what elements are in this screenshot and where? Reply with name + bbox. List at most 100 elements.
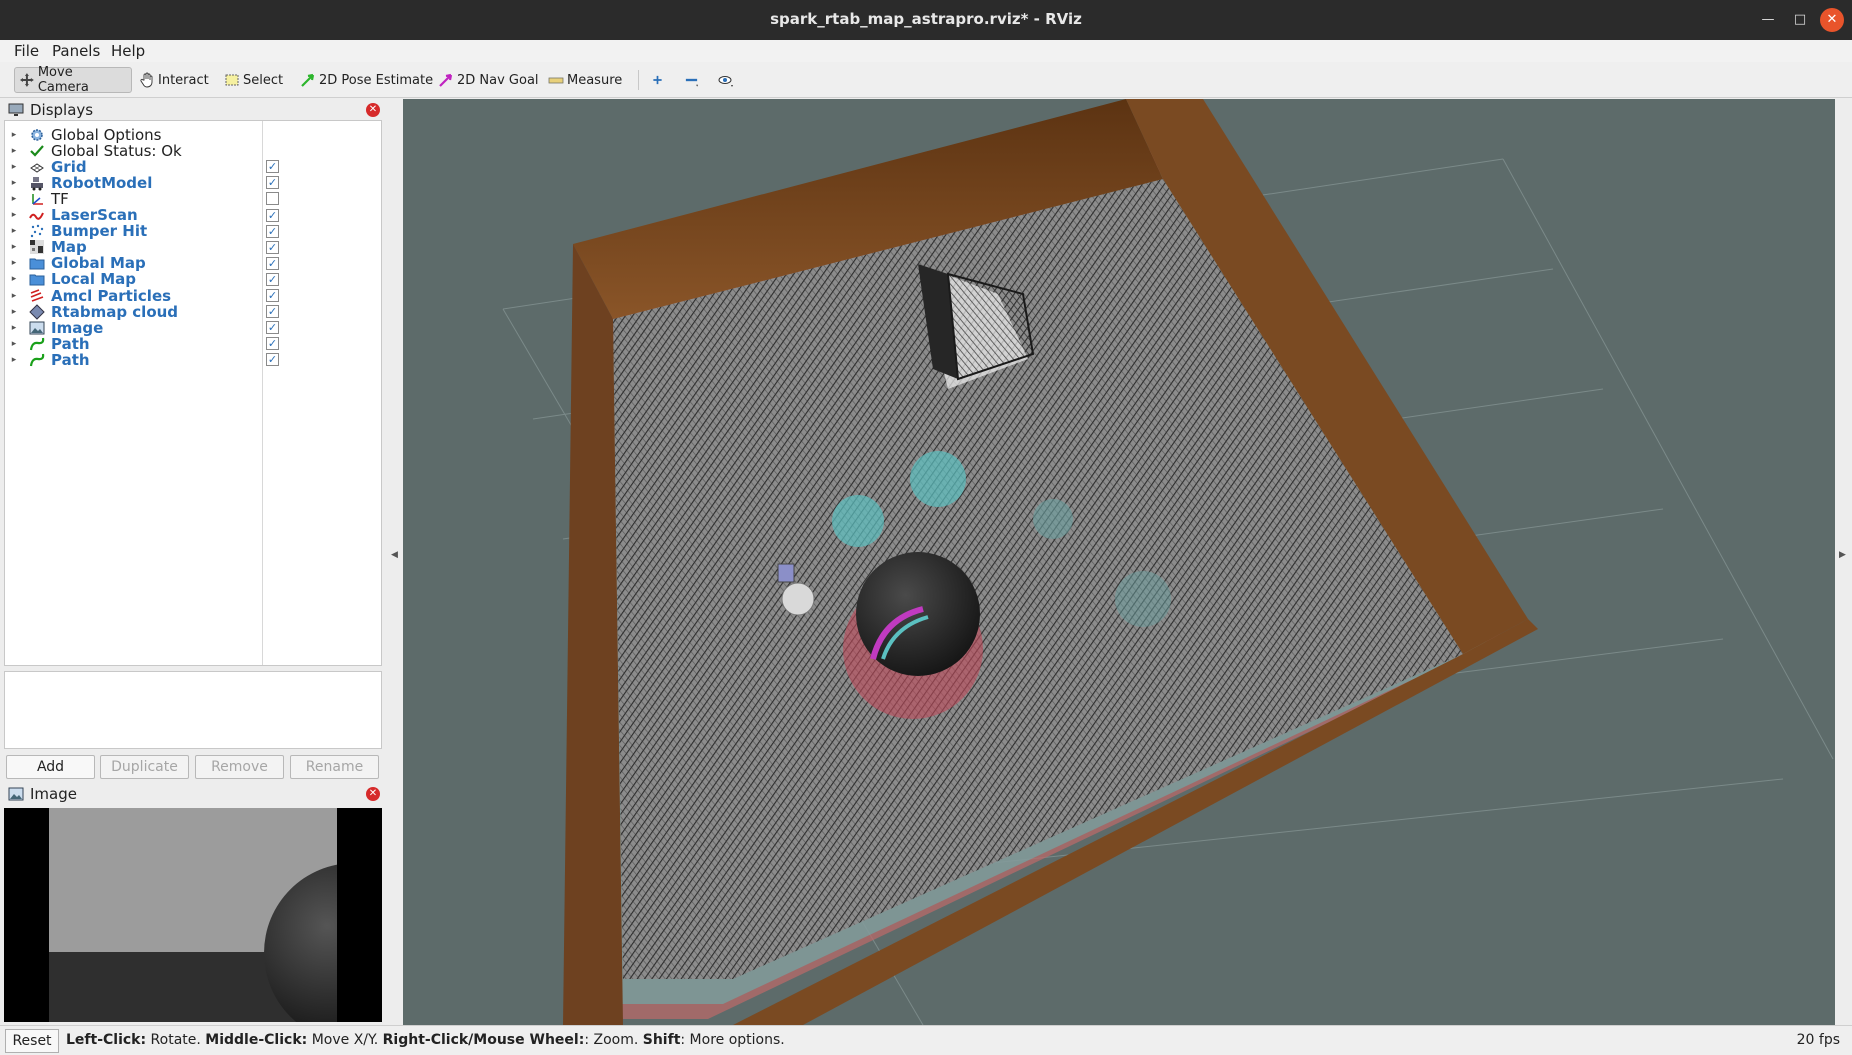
folder-icon bbox=[21, 271, 51, 287]
path-icon bbox=[21, 352, 51, 368]
image-icon bbox=[21, 320, 51, 336]
interact-tool[interactable]: Interact bbox=[135, 67, 213, 93]
display-buttons: Add Duplicate Remove Rename bbox=[4, 755, 382, 781]
image-panel-title: Image bbox=[30, 785, 77, 803]
obstacle-post-2 bbox=[832, 495, 884, 547]
window-title: spark_rtab_map_astrapro.rviz* - RViz bbox=[770, 10, 1082, 28]
fps-counter: 20 fps bbox=[1796, 1032, 1840, 1048]
expand-arrow-icon[interactable]: ▸ bbox=[7, 258, 21, 268]
enable-checkbox[interactable]: ✓ bbox=[266, 272, 279, 286]
display-item-path[interactable]: ▸ Path ✓ bbox=[5, 350, 381, 369]
particles-icon bbox=[21, 288, 51, 304]
camera-image bbox=[4, 808, 382, 1022]
enable-checkbox[interactable]: ✓ bbox=[266, 353, 279, 367]
displays-close-icon[interactable]: ✕ bbox=[366, 103, 380, 117]
menu-panels[interactable]: Panels bbox=[52, 42, 100, 60]
displays-panel-header[interactable]: Displays ✕ bbox=[4, 100, 382, 120]
obstacle-post-4 bbox=[1115, 571, 1171, 627]
duplicate-button[interactable]: Duplicate bbox=[100, 755, 189, 779]
expand-arrow-icon[interactable]: ▸ bbox=[7, 339, 21, 349]
expand-arrow-icon[interactable]: ▸ bbox=[7, 274, 21, 284]
expand-arrow-icon[interactable]: ▸ bbox=[7, 242, 21, 252]
enable-checkbox[interactable]: ✓ bbox=[266, 305, 279, 319]
hint-mid-key: Middle-Click: bbox=[205, 1032, 308, 1048]
map-icon bbox=[21, 239, 51, 255]
expand-arrow-icon[interactable]: ▸ bbox=[7, 130, 21, 140]
reset-button[interactable]: Reset bbox=[5, 1029, 59, 1053]
hint-right-key: Right-Click/Mouse Wheel: bbox=[382, 1032, 585, 1048]
expand-arrow-icon[interactable]: ▸ bbox=[7, 162, 21, 172]
expand-arrow-icon[interactable]: ▸ bbox=[7, 226, 21, 236]
remove-tool-button[interactable] bbox=[680, 67, 706, 93]
right-splitter-handle[interactable]: ▶ bbox=[1839, 550, 1846, 560]
minimize-button[interactable]: — bbox=[1756, 8, 1780, 32]
3d-viewport[interactable] bbox=[403, 99, 1835, 1025]
move-camera-tool[interactable]: Move Camera bbox=[14, 65, 132, 95]
grid-icon bbox=[21, 159, 51, 175]
enable-checkbox[interactable]: ✓ bbox=[266, 256, 279, 270]
enable-checkbox[interactable]: ✓ bbox=[266, 289, 279, 302]
remove-button[interactable]: Remove bbox=[195, 755, 284, 779]
menu-help[interactable]: Help bbox=[111, 42, 145, 60]
expand-arrow-icon[interactable]: ▸ bbox=[7, 210, 21, 220]
enable-checkbox[interactable]: ✓ bbox=[266, 208, 279, 222]
displays-panel-title: Displays bbox=[30, 101, 94, 119]
display-description bbox=[4, 671, 382, 749]
enable-checkbox[interactable]: ✓ bbox=[266, 176, 279, 190]
displays-tree[interactable]: ▸ Global Options ▸ Global Status: Ok ▸ Grid ✓ ▸… bbox=[4, 120, 382, 666]
path-icon bbox=[21, 336, 51, 352]
gear-icon bbox=[21, 127, 51, 143]
pose-estimate-tool[interactable]: 2D Pose Estimate bbox=[296, 67, 437, 93]
enable-checkbox[interactable]: ✓ bbox=[266, 337, 279, 351]
enable-checkbox[interactable]: ✓ bbox=[266, 240, 279, 254]
expand-arrow-icon[interactable]: ▸ bbox=[7, 355, 21, 365]
toolbar-separator bbox=[638, 70, 639, 90]
enable-checkbox[interactable] bbox=[266, 192, 279, 206]
measure-tool[interactable]: Measure bbox=[544, 67, 626, 93]
enable-checkbox[interactable]: ✓ bbox=[266, 224, 279, 238]
measure-label: Measure bbox=[567, 72, 623, 88]
move-camera-icon bbox=[19, 73, 34, 87]
interact-label: Interact bbox=[158, 72, 209, 88]
enable-checkbox[interactable]: ✓ bbox=[266, 160, 279, 174]
add-button[interactable]: Add bbox=[6, 755, 95, 779]
rename-button[interactable]: Rename bbox=[290, 755, 379, 779]
maximize-button[interactable]: □ bbox=[1788, 8, 1812, 32]
title-bar[interactable]: spark_rtab_map_astrapro.rviz* - RViz — □… bbox=[0, 0, 1852, 40]
ruler-icon bbox=[548, 77, 564, 84]
cloud-icon bbox=[21, 303, 51, 320]
hint-shift-val: : More options. bbox=[680, 1032, 785, 1048]
enable-checkbox[interactable]: ✓ bbox=[266, 321, 279, 335]
image-icon bbox=[8, 787, 24, 801]
left-splitter-handle[interactable]: ◀ bbox=[391, 550, 398, 560]
image-close-icon[interactable]: ✕ bbox=[366, 787, 380, 801]
select-tool[interactable]: Select bbox=[220, 67, 287, 93]
display-item-label: Path bbox=[51, 350, 90, 369]
expand-arrow-icon[interactable]: ▸ bbox=[7, 178, 21, 188]
expand-arrow-icon[interactable]: ▸ bbox=[7, 291, 21, 301]
plus-icon bbox=[653, 75, 662, 85]
hint-left-key: Left-Click: bbox=[66, 1032, 147, 1048]
menu-file[interactable]: File bbox=[14, 42, 39, 60]
hint-shift-key: Shift bbox=[642, 1032, 681, 1048]
view-tool-button[interactable] bbox=[714, 67, 742, 93]
nav-goal-tool[interactable]: 2D Nav Goal bbox=[434, 67, 543, 93]
mouse-hint: Left-Click: Rotate. Middle-Click: Move X… bbox=[66, 1032, 785, 1048]
image-panel-header[interactable]: Image ✕ bbox=[4, 784, 382, 804]
3d-scene bbox=[502, 99, 1834, 1025]
expand-arrow-icon[interactable]: ▸ bbox=[7, 307, 21, 317]
eye-icon bbox=[718, 76, 733, 87]
rviz-window: spark_rtab_map_astrapro.rviz* - RViz — □… bbox=[0, 0, 1852, 1055]
close-window-button[interactable]: ✕ bbox=[1820, 8, 1844, 32]
expand-arrow-icon[interactable]: ▸ bbox=[7, 323, 21, 333]
hint-mid-val: Move X/Y. bbox=[307, 1032, 383, 1048]
monitor-icon bbox=[8, 103, 24, 116]
minus-icon bbox=[685, 78, 699, 87]
add-tool-button[interactable] bbox=[648, 67, 670, 93]
folder-icon bbox=[21, 255, 51, 271]
expand-arrow-icon[interactable]: ▸ bbox=[7, 146, 21, 156]
obstacle-post-1 bbox=[910, 451, 966, 507]
check-icon bbox=[21, 143, 51, 159]
expand-arrow-icon[interactable]: ▸ bbox=[7, 194, 21, 204]
green-arrow-icon bbox=[301, 73, 315, 87]
